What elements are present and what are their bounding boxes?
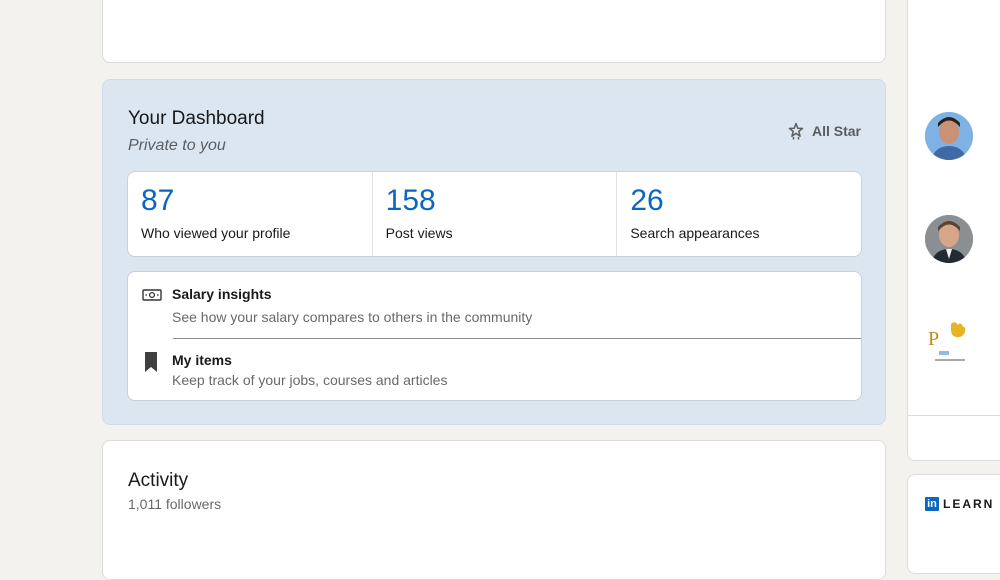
stat-profile-views[interactable]: 87 Who viewed your profile xyxy=(128,172,373,256)
my-items-link[interactable]: My items Keep track of your jobs, course… xyxy=(128,339,861,401)
stat-label: Who viewed your profile xyxy=(141,225,291,241)
salary-icon xyxy=(142,288,162,307)
stat-label: Search appearances xyxy=(630,225,760,241)
avatar[interactable] xyxy=(925,215,973,263)
sidebar-divider xyxy=(908,415,1000,416)
dashboard-title: Your Dashboard xyxy=(128,108,265,129)
learning-sidebar-card xyxy=(907,474,1000,574)
stat-value: 158 xyxy=(385,184,436,217)
link-title: My items xyxy=(172,352,232,368)
all-star-level[interactable]: All Star xyxy=(788,122,861,140)
link-description: Keep track of your jobs, courses and art… xyxy=(172,372,448,388)
star-outline-icon xyxy=(788,122,804,140)
bookmark-icon xyxy=(142,351,160,378)
organization-logo[interactable]: P xyxy=(925,318,973,366)
followers-count[interactable]: 1,011 followers xyxy=(128,496,221,512)
dashboard-links: Salary insights See how your salary comp… xyxy=(127,271,862,401)
dashboard-subtitle: Private to you xyxy=(128,137,226,154)
linkedin-in-icon: in xyxy=(925,497,939,511)
link-title: Salary insights xyxy=(172,286,272,302)
learning-label: LEARN xyxy=(943,497,995,511)
stat-post-views[interactable]: 158 Post views xyxy=(373,172,618,256)
dashboard-stats: 87 Who viewed your profile 158 Post view… xyxy=(127,171,862,257)
stat-label: Post views xyxy=(385,225,453,241)
all-star-label: All Star xyxy=(811,123,861,139)
linkedin-learning-logo[interactable]: in LEARN xyxy=(925,497,994,511)
activity-card: Activity 1,011 followers xyxy=(102,440,886,580)
activity-title: Activity xyxy=(128,470,189,491)
stat-value: 87 xyxy=(141,184,175,217)
profile-top-card xyxy=(102,0,886,63)
avatar[interactable] xyxy=(925,112,973,160)
salary-insights-link[interactable]: Salary insights See how your salary comp… xyxy=(128,272,861,338)
svg-text:P: P xyxy=(928,328,939,350)
dashboard-card: Your Dashboard Private to you All Star 8… xyxy=(102,79,886,425)
stat-value: 26 xyxy=(630,184,664,217)
stat-search-appearances[interactable]: 26 Search appearances xyxy=(617,172,861,256)
link-description: See how your salary compares to others i… xyxy=(172,309,533,325)
